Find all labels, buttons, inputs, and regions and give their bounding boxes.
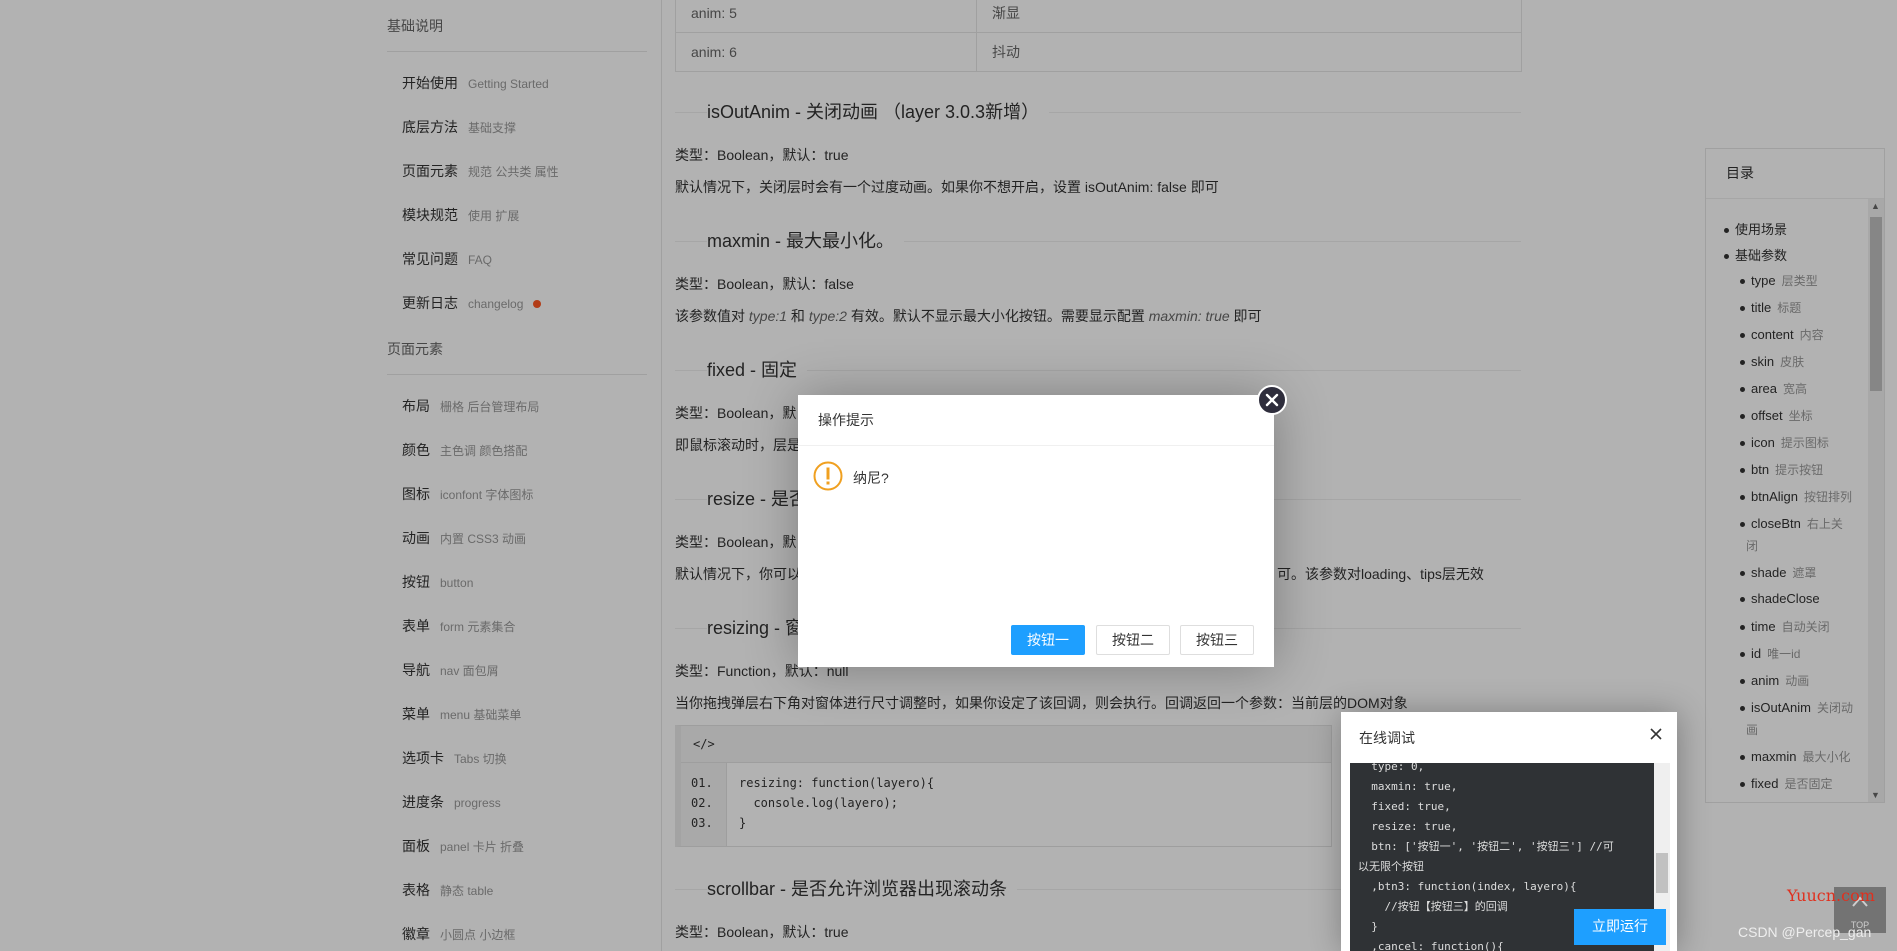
code-line: } — [1358, 920, 1378, 933]
run-button[interactable]: 立即运行 — [1574, 909, 1666, 945]
author-watermark: CSDN @Percep_gan — [1738, 924, 1872, 940]
code-editor[interactable]: type: 0, maxmin: true, fixed: true, resi… — [1350, 763, 1670, 951]
site-watermark: Yuucn.com — [1787, 886, 1875, 905]
code-line: //按钮【按钮三】的回调 — [1358, 900, 1508, 913]
editor-scroll-thumb[interactable] — [1656, 853, 1668, 893]
online-debug-panel: 在线调试 type: 0, maxmin: true, fixed: true,… — [1341, 712, 1677, 951]
dialog-button-three[interactable]: 按钮三 — [1180, 625, 1254, 655]
close-icon[interactable] — [1648, 726, 1664, 742]
close-icon — [1265, 393, 1279, 407]
code-line: btn: ['按钮一', '按钮二', '按钮三'] //可 — [1358, 840, 1614, 853]
dialog-message: 纳尼? — [853, 470, 889, 486]
dialog-button-one[interactable]: 按钮一 — [1011, 625, 1085, 655]
code-line: 以无限个按钮 — [1358, 860, 1424, 873]
warning-icon — [813, 461, 843, 491]
code-line: ,btn3: function(index, layero){ — [1358, 880, 1577, 893]
layer-dialog: 操作提示 纳尼? 按钮一 按钮二 按钮三 — [798, 385, 1287, 667]
code-line: type: 0, — [1358, 763, 1425, 773]
code-line: resize: true, — [1358, 820, 1458, 833]
code-line: ,cancel: function(){ — [1358, 940, 1504, 951]
dialog-button-two[interactable]: 按钮二 — [1096, 625, 1170, 655]
dialog-close-button[interactable] — [1257, 385, 1287, 415]
code-line: fixed: true, — [1358, 800, 1451, 813]
dialog-title[interactable]: 操作提示 — [798, 395, 1274, 446]
code-line: maxmin: true, — [1358, 780, 1458, 793]
debug-panel-title: 在线调试 — [1359, 730, 1415, 746]
